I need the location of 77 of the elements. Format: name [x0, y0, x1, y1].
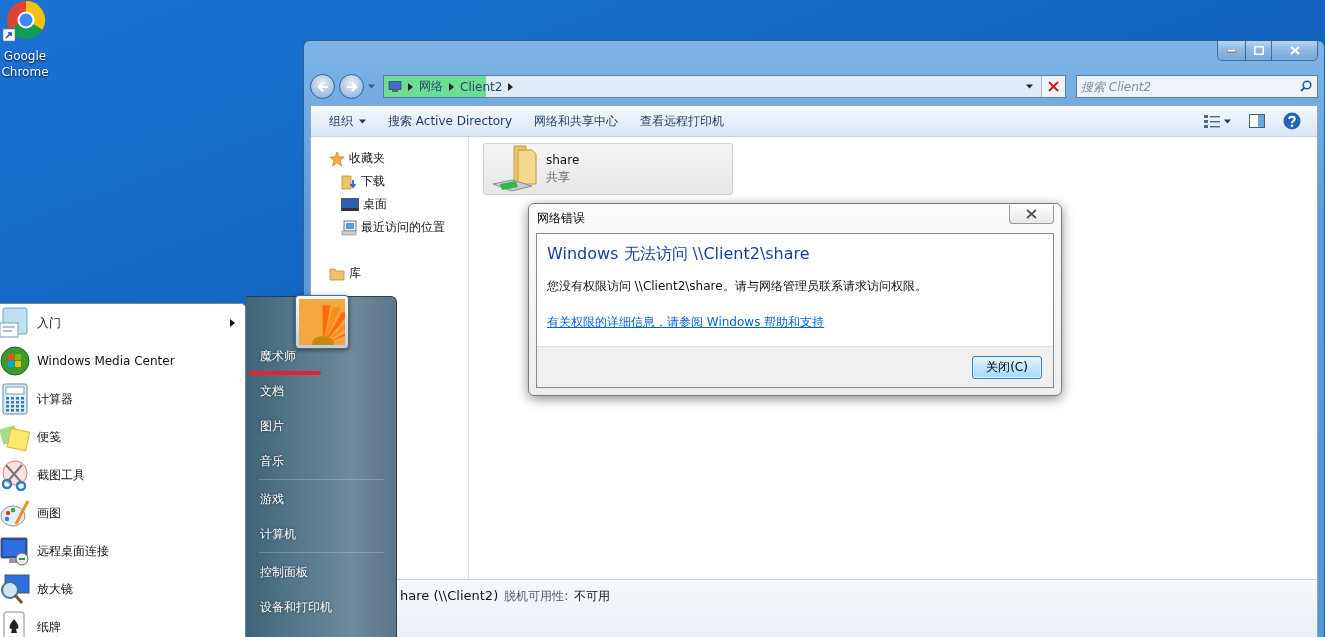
magnifier-icon — [0, 573, 30, 605]
dropdown-caret-icon — [1026, 83, 1033, 90]
recent-places-icon — [341, 219, 357, 236]
minimize-icon — [1227, 48, 1236, 53]
preview-pane-icon — [1249, 114, 1265, 128]
program-item[interactable]: 计算器 — [0, 380, 245, 418]
caret-icon — [359, 117, 366, 125]
item-name: hare (\\Client2) — [400, 588, 499, 603]
folder-tile[interactable]: share 共享 — [483, 143, 733, 195]
nav-item[interactable]: 库 — [311, 262, 468, 285]
dialog-heading: Windows 无法访问 \\Client2\share — [547, 244, 811, 265]
nav-item[interactable]: 最近访问的位置 — [311, 216, 468, 239]
start-menu-link[interactable]: 图片 — [259, 409, 384, 444]
toolbar-button[interactable]: 搜索 Active Directory — [378, 108, 523, 134]
picture-frame[interactable] — [295, 295, 349, 349]
close-button[interactable] — [1271, 41, 1317, 60]
caret-icon — [508, 82, 514, 91]
right-arrow-icon — [345, 81, 358, 92]
start-menu-link[interactable]: 计算机 — [259, 517, 384, 552]
program-item[interactable]: 入门 — [0, 304, 245, 342]
circle-logo-icon — [2, 0, 48, 42]
stop-button[interactable] — [1041, 76, 1065, 97]
start-menu-link[interactable]: 游戏 — [259, 482, 384, 517]
program-item[interactable]: 放大镜 — [0, 570, 245, 608]
close-icon — [1048, 81, 1059, 92]
monitor-icon — [0, 535, 30, 567]
download-folder-icon — [341, 173, 357, 190]
submenu-arrow-icon — [230, 319, 235, 327]
forward-button[interactable] — [339, 74, 364, 99]
nav-item[interactable]: 收藏夹 — [311, 147, 468, 170]
program-item[interactable]: Windows Media Center — [0, 342, 245, 380]
breadcrumb[interactable]: 网络 — [419, 78, 443, 95]
folder-type: 共享 — [546, 168, 571, 186]
scissors-icon — [0, 459, 30, 491]
property-value: 不可用 — [574, 588, 611, 605]
folder-name: share — [546, 152, 580, 167]
shortcut-label[interactable]: Google Chrome — [0, 48, 50, 80]
caret-icon — [408, 82, 413, 91]
library-folder-icon — [329, 265, 345, 282]
close-icon — [1289, 46, 1300, 55]
left-arrow-icon — [316, 81, 329, 92]
caret-icon — [1224, 117, 1231, 125]
monitor-icon — [341, 197, 359, 212]
history-caret-icon — [368, 83, 375, 90]
maximize-button[interactable] — [1245, 41, 1271, 60]
back-button[interactable] — [310, 74, 335, 99]
dialog-message: 您没有权限访问 \\Client2\share。请与网络管理员联系请求访问权限。 — [547, 278, 928, 295]
program-item[interactable]: 纸牌 — [0, 608, 245, 637]
nav-item[interactable]: 下载 — [311, 170, 468, 193]
help-icon — [1283, 112, 1301, 130]
start-menu-link[interactable]: 设备和打印机 — [259, 590, 384, 625]
search-field[interactable]: 搜索 Client2 — [1076, 75, 1318, 98]
program-item[interactable]: 截图工具 — [0, 456, 245, 494]
close-button[interactable] — [1009, 205, 1054, 224]
toolbar-button[interactable]: 查看远程打印机 — [630, 108, 735, 134]
nav-item[interactable]: 桌面 — [311, 193, 468, 216]
network-icon — [388, 80, 402, 93]
start-menu-link[interactable]: 音乐 — [259, 444, 384, 479]
program-item[interactable]: 便笺 — [0, 418, 245, 456]
star-icon — [329, 150, 345, 167]
search-icon — [1300, 80, 1312, 92]
toolbar-button[interactable]: 网络和共享中心 — [524, 108, 629, 134]
start-menu-link[interactable]: 文档 — [259, 374, 384, 409]
help-link[interactable]: 有关权限的详细信息，请参阅 Windows 帮助和支持 — [547, 314, 825, 331]
program-item[interactable]: 画图 — [0, 494, 245, 532]
close-icon — [1026, 209, 1037, 219]
close-dialog-button[interactable]: 关闭(C) — [972, 355, 1042, 379]
menu-button[interactable]: 组织 — [319, 108, 376, 134]
maximize-icon — [1253, 46, 1264, 55]
dialog-title: 网络错误 — [537, 210, 585, 227]
caret-icon — [449, 82, 454, 91]
program-item[interactable]: 远程桌面连接 — [0, 532, 245, 570]
details-view-icon — [1204, 114, 1220, 128]
start-menu-link[interactable]: 魔术师 — [259, 339, 384, 374]
start-menu-link[interactable]: 控制面板 — [259, 555, 384, 590]
orb-flag-icon — [0, 345, 30, 377]
property-label: 脱机可用性: — [504, 588, 569, 605]
